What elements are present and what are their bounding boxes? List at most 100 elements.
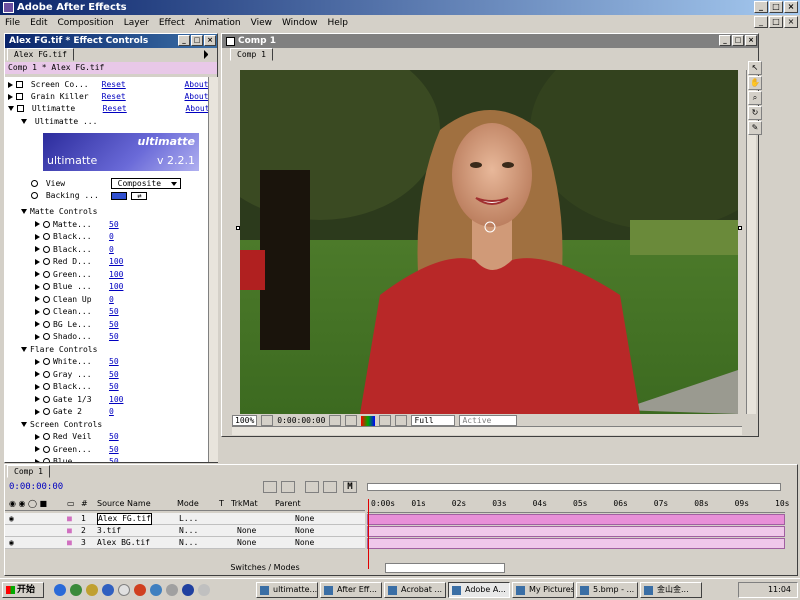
motion-blur-icon[interactable]: M	[343, 481, 357, 493]
comp-hscrollbar[interactable]	[232, 426, 742, 435]
stopwatch-icon[interactable]	[43, 358, 50, 365]
param-value[interactable]: 100	[109, 395, 123, 404]
param-value[interactable]: 50	[109, 307, 119, 316]
about-link[interactable]: About...	[184, 92, 208, 101]
stopwatch-icon[interactable]	[43, 233, 50, 240]
timeline-timecode[interactable]: 0:00:00:00	[9, 482, 63, 492]
stopwatch-icon[interactable]	[43, 433, 50, 440]
handle-right[interactable]	[738, 226, 742, 230]
stopwatch-icon[interactable]	[43, 295, 50, 303]
quicklaunch-icon-10[interactable]	[198, 584, 210, 596]
zoom-tool-icon[interactable]: ⌕	[748, 91, 762, 105]
stopwatch-icon[interactable]	[43, 283, 50, 290]
menu-composition[interactable]: Composition	[53, 18, 119, 28]
param-value[interactable]: 50	[109, 332, 119, 341]
fx-toggle-icon[interactable]	[16, 81, 23, 88]
layer-duration-bar[interactable]	[367, 538, 785, 549]
taskbar-item[interactable]: Acrobat ...	[384, 582, 446, 598]
menu-effect[interactable]: Effect	[154, 18, 190, 28]
taskbar-item[interactable]: 5.bmp - ...	[576, 582, 638, 598]
expand-icon[interactable]	[35, 458, 40, 462]
draft-3d-icon[interactable]	[281, 481, 295, 493]
param-value[interactable]: 50	[109, 357, 119, 366]
resolution-dropdown[interactable]: Full	[411, 415, 456, 426]
expand-icon[interactable]	[35, 396, 40, 402]
quicklaunch-icon-8[interactable]	[166, 584, 178, 596]
layer-row[interactable]: ◉ ■ 1 Alex FG.tif L... None	[5, 513, 365, 525]
param-value[interactable]: 100	[109, 282, 123, 291]
expand-icon[interactable]	[35, 271, 40, 277]
effect-row-grain[interactable]: Grain Killer Reset About...	[8, 91, 208, 103]
layer-row[interactable]: ◉ ■ 3 Alex BG.tif N... None None	[5, 537, 365, 549]
expand-icon[interactable]	[35, 371, 40, 377]
fx-minimize-button[interactable]: _	[178, 35, 190, 46]
layer-row[interactable]: ■ 2 3.tif N... None None	[5, 525, 365, 537]
param-value[interactable]: 50	[109, 220, 119, 229]
taskbar-item[interactable]: After Eff...	[320, 582, 382, 598]
layer-parent[interactable]: None	[295, 525, 314, 537]
quicklaunch-icon-3[interactable]	[86, 584, 98, 596]
roi-icon[interactable]	[379, 415, 392, 426]
collapse-icon[interactable]	[21, 119, 27, 124]
minimize-button[interactable]: _	[754, 1, 768, 13]
eye-icon[interactable]: ◉	[9, 513, 14, 525]
stopwatch-icon[interactable]	[43, 220, 50, 228]
stopwatch-icon[interactable]	[31, 192, 38, 199]
layer-name[interactable]: Alex BG.tif	[97, 537, 150, 549]
stopwatch-icon[interactable]	[43, 408, 50, 415]
channels-icon[interactable]	[361, 415, 376, 426]
expand-icon[interactable]	[35, 233, 40, 240]
comp-maximize-button[interactable]: □	[732, 35, 744, 46]
pen-tool-icon[interactable]: ✎	[748, 121, 762, 135]
label-color-icon[interactable]: ■	[67, 513, 72, 525]
comp-tab[interactable]: Comp 1	[230, 48, 273, 61]
quicklaunch-icon-5[interactable]	[118, 584, 130, 596]
layer-trkmat[interactable]: None	[237, 525, 256, 537]
ie-icon[interactable]	[54, 584, 66, 596]
safe-zones-icon[interactable]	[261, 415, 274, 426]
quicklaunch-icon-6[interactable]	[134, 584, 146, 596]
expand-icon[interactable]	[35, 358, 40, 365]
ultimatte-sub-row[interactable]: Ultimatte ...	[21, 116, 97, 128]
expand-icon[interactable]	[35, 446, 40, 452]
transparency-grid-icon[interactable]	[395, 415, 408, 426]
layer-parent[interactable]: None	[295, 537, 314, 549]
reset-link[interactable]: Reset	[102, 79, 180, 91]
snapshot-icon[interactable]	[329, 415, 342, 426]
expand-icon[interactable]	[35, 408, 40, 415]
param-value[interactable]: 100	[109, 270, 123, 279]
arrow-tool-icon[interactable]: ↖	[748, 61, 762, 75]
effect-row-screen[interactable]: Screen Co... Reset About...	[8, 79, 208, 91]
menu-layer[interactable]: Layer	[119, 18, 154, 28]
layer-mode[interactable]: N...	[179, 537, 198, 549]
fx-scrollbar[interactable]	[208, 77, 218, 462]
switches-modes-toggle[interactable]: Switches / Modes	[165, 563, 365, 574]
param-group-header[interactable]: Flare Controls	[21, 344, 97, 356]
quicklaunch-icon-2[interactable]	[70, 584, 82, 596]
reset-link[interactable]: Reset	[103, 103, 181, 115]
show-snapshot-icon[interactable]	[345, 415, 358, 426]
layer-parent[interactable]: None	[295, 513, 314, 525]
about-link[interactable]: About...	[184, 80, 208, 89]
stopwatch-icon[interactable]	[43, 320, 50, 328]
param-value[interactable]: 50	[109, 320, 119, 329]
rotate-tool-icon[interactable]: ↻	[748, 106, 762, 120]
label-color-icon[interactable]: ■	[67, 537, 72, 549]
layer-mode[interactable]: N...	[179, 525, 198, 537]
layer-duration-bar[interactable]	[367, 526, 785, 537]
collapse-icon[interactable]	[21, 421, 27, 427]
menu-edit[interactable]: Edit	[25, 18, 52, 28]
expand-icon[interactable]	[35, 383, 40, 390]
param-value[interactable]: 50	[109, 457, 119, 462]
handle-left[interactable]	[236, 226, 240, 230]
menu-window[interactable]: Window	[277, 18, 323, 28]
zoom-slider[interactable]	[385, 563, 505, 573]
comp-close-button[interactable]: ×	[745, 35, 757, 46]
current-time-indicator[interactable]	[368, 499, 369, 569]
effect-row-ultimatte[interactable]: Ultimatte Reset About...	[8, 103, 208, 115]
stopwatch-icon[interactable]	[43, 258, 50, 265]
backing-color-swatch[interactable]	[110, 191, 127, 200]
param-value[interactable]: 0	[109, 245, 114, 254]
comp-timecode[interactable]: 0:00:00:00	[277, 416, 325, 425]
collapse-icon[interactable]	[21, 346, 27, 352]
